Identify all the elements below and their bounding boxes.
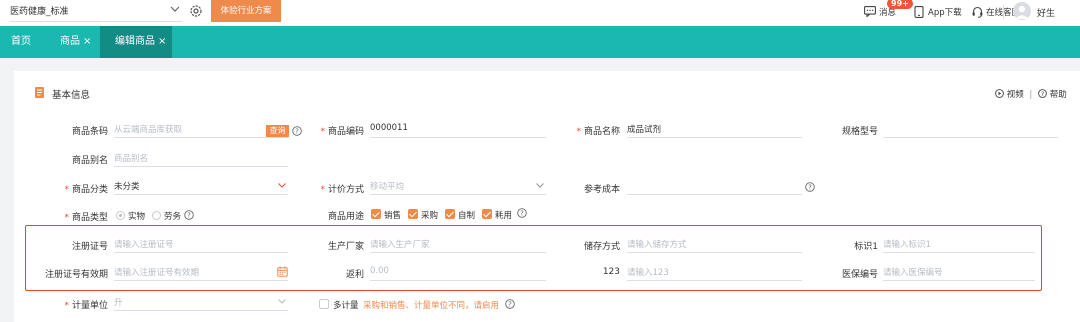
gear-icon[interactable]: [189, 4, 203, 18]
help-circle-icon: ?: [1038, 89, 1047, 98]
spec-input[interactable]: [883, 120, 1058, 138]
barcode-query-button[interactable]: 查询: [266, 125, 289, 137]
usage-checkbox-selfmade[interactable]: [445, 209, 455, 219]
user-greeting: 好生: [1037, 9, 1056, 19]
svg-text:?: ?: [508, 300, 512, 308]
chevron-down-icon: [536, 183, 544, 188]
phone-icon: [914, 6, 924, 18]
type-option-service: 劳务: [164, 212, 182, 222]
industry-select-value: 医药健康_标准: [10, 7, 69, 17]
unit-value: 升: [114, 298, 123, 308]
pricing-placeholder: 移动平均: [370, 182, 405, 192]
type-radio-physical[interactable]: [116, 211, 125, 220]
chevron-down-icon: [278, 299, 286, 304]
alias-placeholder: 商品别名: [114, 154, 149, 164]
question-icon[interactable]: ?: [184, 210, 194, 220]
category-label: * 商品分类: [64, 185, 108, 195]
type-radio-service[interactable]: [152, 211, 161, 220]
svg-text:?: ?: [187, 211, 191, 219]
unit-label: * 计量单位: [64, 301, 108, 311]
name-input[interactable]: 成品试剂: [627, 120, 802, 138]
usage-option-consume: 耗用: [495, 211, 513, 221]
multi-unit-hint: 采购和销售、计量单位不同，请启用: [363, 301, 500, 311]
usage-option-purchase: 采购: [421, 211, 439, 221]
tab-home[interactable]: 首页: [0, 26, 46, 58]
name-value: 成品试剂: [627, 125, 662, 135]
trial-industry-button[interactable]: 体验行业方案: [211, 0, 281, 22]
help-link[interactable]: ? 帮助: [1038, 89, 1067, 100]
question-icon[interactable]: ?: [505, 299, 515, 309]
usage-checkbox-sales[interactable]: [371, 209, 381, 219]
svg-text:?: ?: [520, 209, 524, 217]
pricing-select[interactable]: 移动平均: [370, 177, 546, 195]
help-links: 视频 | ? 帮助: [995, 88, 1067, 100]
usage-option-sales: 销售: [384, 211, 402, 221]
close-icon[interactable]: ×: [158, 36, 166, 47]
ref-cost-label: 参考成本: [583, 185, 620, 195]
code-input[interactable]: 0000011: [370, 120, 546, 138]
multi-unit-checkbox[interactable]: [319, 299, 329, 309]
svg-text:?: ?: [808, 183, 812, 191]
tab-products-label: 商品: [60, 36, 80, 47]
category-value: 未分类: [114, 182, 140, 192]
question-icon[interactable]: ?: [517, 208, 527, 218]
barcode-label: 商品条码: [71, 127, 108, 137]
message-icon: [864, 6, 876, 17]
tab-edit-product[interactable]: 编辑商品 ×: [100, 26, 172, 58]
play-circle-icon: [995, 89, 1004, 98]
topbar-divider: [1003, 5, 1004, 19]
barcode-input[interactable]: 从云端商品库获取: [114, 120, 288, 138]
help-links-separator: |: [1029, 90, 1033, 100]
headset-icon: [972, 6, 983, 18]
unit-select[interactable]: 升: [114, 293, 288, 311]
close-icon[interactable]: ×: [83, 36, 91, 47]
pricing-label: * 计价方式: [320, 185, 364, 195]
section-title: 基本信息: [52, 90, 91, 101]
type-label: * 商品类型: [64, 213, 108, 223]
spec-label: 规格型号: [841, 127, 878, 137]
chevron-down-icon: [278, 183, 286, 188]
name-label: * 商品名称: [576, 127, 620, 137]
alias-label: 商品别名: [71, 156, 108, 166]
usage-checkbox-purchase[interactable]: [408, 209, 418, 219]
usage-label: 商品用途: [327, 212, 364, 222]
usage-option-selfmade: 自制: [458, 211, 476, 221]
tab-products[interactable]: 商品 ×: [47, 26, 99, 58]
video-link[interactable]: 视频: [995, 89, 1024, 100]
chevron-down-icon: [170, 6, 180, 12]
ref-cost-input[interactable]: [627, 177, 802, 195]
industry-select[interactable]: 医药健康_标准: [10, 0, 182, 22]
category-select[interactable]: 未分类: [114, 177, 288, 195]
tab-bar: 首页 商品 × 编辑商品 ×: [0, 26, 1080, 58]
top-bar: 医药健康_标准 体验行业方案 消息 99+ App下载 在线客服 好生: [0, 0, 1080, 26]
svg-text:?: ?: [295, 127, 299, 135]
type-option-physical: 实物: [128, 212, 146, 222]
tab-home-label: 首页: [11, 36, 31, 47]
avatar[interactable]: [1013, 2, 1031, 20]
app-download-label: App下载: [928, 8, 962, 18]
document-icon: [35, 87, 44, 98]
video-label: 视频: [1006, 90, 1024, 100]
multi-unit-label: 多计量: [333, 301, 359, 311]
question-icon[interactable]: ?: [805, 182, 815, 192]
highlight-box: [25, 225, 1042, 291]
code-value: 0000011: [370, 123, 408, 133]
barcode-placeholder: 从云端商品库获取: [114, 125, 183, 135]
code-label: * 商品编码: [320, 127, 364, 137]
usage-checkbox-consume[interactable]: [482, 209, 492, 219]
help-label: 帮助: [1049, 90, 1067, 100]
svg-text:?: ?: [1041, 90, 1044, 98]
alias-input[interactable]: 商品别名: [114, 149, 288, 167]
message-count-badge: 99+: [887, 0, 913, 9]
avatar-icon: [1015, 5, 1029, 19]
tab-edit-product-label: 编辑商品: [115, 36, 155, 47]
